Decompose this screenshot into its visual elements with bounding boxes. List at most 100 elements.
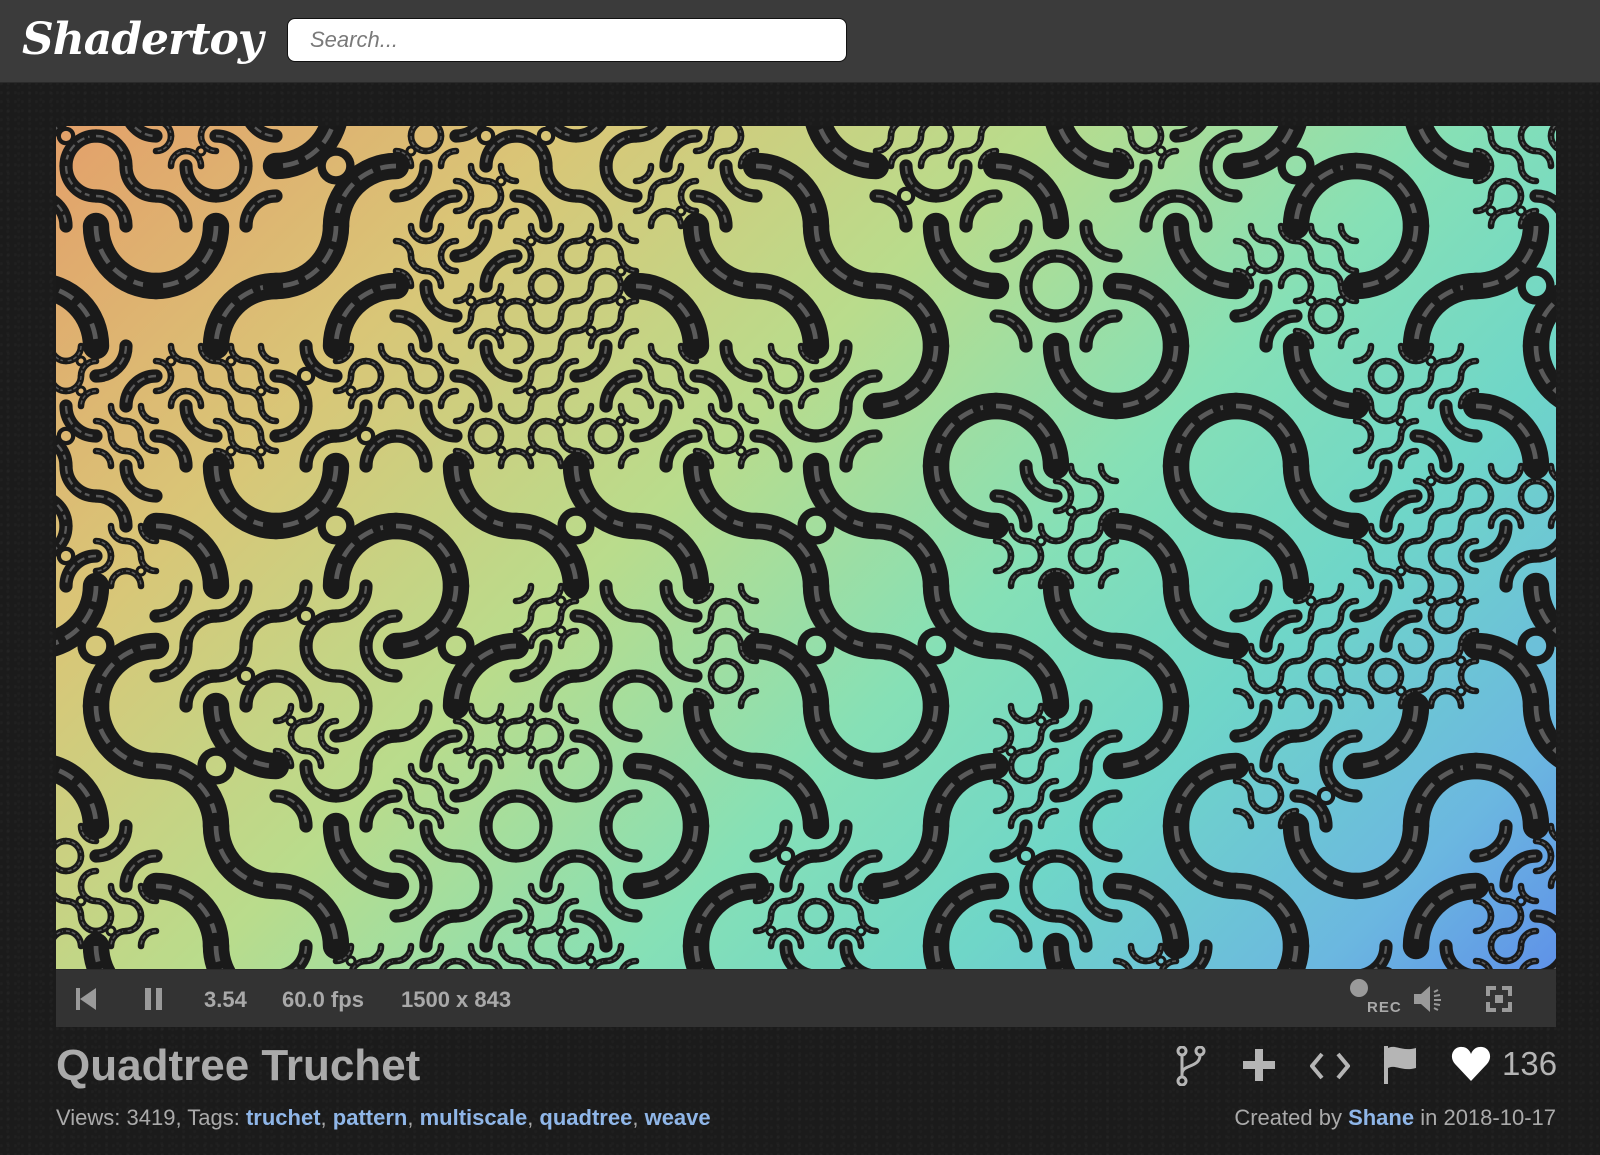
volume-icon[interactable]	[1412, 983, 1448, 1020]
truchet-dot	[1035, 535, 1047, 547]
truchet-dot	[165, 355, 177, 367]
resolution-display: 1500 x 843	[401, 987, 512, 1012]
truchet-dot	[1065, 505, 1077, 517]
search-input[interactable]	[287, 18, 847, 62]
truchet-arc	[1539, 958, 1556, 969]
truchet-dot	[896, 186, 916, 206]
truchet-dot	[1155, 145, 1167, 157]
plus-icon[interactable]	[1243, 1049, 1275, 1086]
tag-link[interactable]: truchet	[246, 1105, 321, 1130]
truchet-dot	[776, 846, 796, 866]
flag-icon[interactable]	[1382, 1044, 1418, 1089]
truchet-dot	[525, 445, 537, 457]
truchet-arc	[382, 572, 530, 720]
top-bar: Shadertoy	[0, 0, 1600, 83]
author-link[interactable]: Shane	[1348, 1105, 1414, 1130]
truchet-dot	[56, 126, 76, 146]
truchet-arc	[262, 212, 410, 360]
truchet-dot	[1245, 265, 1257, 277]
truchet-dot	[105, 925, 117, 937]
truchet-arc	[142, 692, 290, 840]
tag-separator: ,	[407, 1105, 420, 1130]
truchet-dot	[75, 385, 87, 397]
truchet-dot	[225, 445, 237, 457]
truchet-arc	[622, 812, 770, 960]
truchet-dot	[555, 595, 567, 607]
shader-canvas[interactable]	[56, 126, 1556, 969]
truchet-arc	[142, 212, 290, 360]
truchet-dot	[495, 175, 507, 187]
truchet-dot	[585, 955, 597, 967]
truchet-dot	[1155, 955, 1167, 967]
truchet-dot	[1455, 685, 1467, 697]
truchet-arc	[742, 212, 890, 360]
fork-icon[interactable]	[1176, 1045, 1206, 1091]
truchet-arc	[742, 452, 890, 600]
truchet-arc	[1102, 692, 1250, 840]
truchet-dot	[525, 925, 537, 937]
truchet-arc	[862, 812, 1010, 960]
tag-separator: ,	[320, 1105, 333, 1130]
truchet-dot	[1395, 565, 1407, 577]
fullscreen-icon[interactable]	[1486, 986, 1512, 1017]
heart-icon[interactable]	[1451, 1046, 1491, 1087]
truchet-dot	[797, 627, 835, 665]
code-icon[interactable]	[1309, 1051, 1351, 1086]
record-label[interactable]: REC	[1367, 999, 1402, 1016]
tag-link[interactable]: quadtree	[539, 1105, 632, 1130]
truchet-arc	[862, 212, 1010, 360]
truchet-dot	[555, 925, 567, 937]
truchet-arc	[862, 692, 1010, 840]
pause-icon[interactable]	[142, 987, 166, 1016]
created-date: 2018-10-17	[1443, 1105, 1556, 1130]
truchet-dot	[465, 295, 477, 307]
truchet-dot	[1455, 655, 1467, 667]
truchet-arc	[1222, 332, 1370, 480]
truchet-dot	[405, 145, 417, 157]
skip-back-icon[interactable]	[74, 987, 98, 1016]
truchet-arc	[449, 759, 523, 833]
truchet-dot	[285, 715, 297, 727]
truchet-dot	[255, 445, 267, 457]
truchet-arc	[982, 572, 1130, 720]
truchet-arc	[509, 819, 583, 893]
truchet-arc	[142, 812, 290, 960]
tag-separator: ,	[527, 1105, 540, 1130]
views-tags-label: Views: 3419, Tags:	[56, 1105, 246, 1130]
tag-link[interactable]: weave	[645, 1105, 711, 1130]
truchet-arc	[262, 812, 410, 960]
truchet-dot	[195, 145, 207, 157]
shader-meta: Views: 3419, Tags: truchet, pattern, mul…	[56, 1104, 711, 1132]
truchet-arc	[569, 339, 643, 413]
author-credit: Created by Shane in 2018-10-17	[1234, 1104, 1556, 1132]
truchet-dot	[255, 385, 267, 397]
truchet-dot	[1425, 355, 1437, 367]
truchet-arc	[622, 692, 770, 840]
truchet-dot	[1335, 655, 1347, 667]
tag-link[interactable]: pattern	[333, 1105, 408, 1130]
truchet-arc	[1342, 812, 1490, 960]
truchet-dot	[1425, 595, 1437, 607]
truchet-dot	[1335, 685, 1347, 697]
truchet-arc	[269, 639, 343, 713]
truchet-dot	[236, 666, 256, 686]
truchet-dot	[1277, 147, 1315, 185]
truchet-dot	[465, 745, 477, 757]
truchet-dot	[1517, 267, 1555, 305]
shadertoy-logo[interactable]: Shadertoy	[22, 10, 263, 70]
truchet-arc	[449, 339, 523, 413]
truchet-dot	[437, 627, 475, 665]
truchet-dot	[345, 385, 357, 397]
truchet-dot	[1035, 715, 1047, 727]
truchet-dot	[585, 235, 597, 247]
truchet-dot	[75, 355, 87, 367]
truchet-arc	[1342, 692, 1490, 840]
time-display: 3.54	[204, 987, 247, 1012]
truchet-dot	[495, 745, 507, 757]
truchet-arc	[862, 572, 1010, 720]
truchet-dot	[1395, 415, 1407, 427]
tag-link[interactable]: multiscale	[420, 1105, 528, 1130]
truchet-dot	[917, 627, 955, 665]
truchet-dot	[495, 295, 507, 307]
truchet-arc	[449, 879, 523, 953]
